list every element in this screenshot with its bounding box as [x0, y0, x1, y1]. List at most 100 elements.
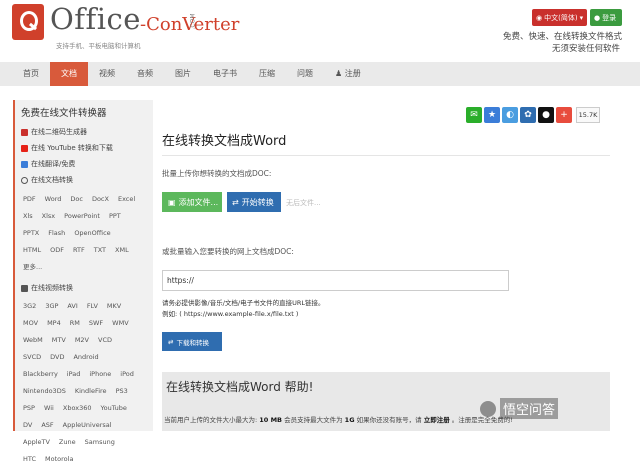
- format-link[interactable]: Xbox360: [63, 400, 92, 417]
- start-convert-button[interactable]: ⇄ 开始转换: [227, 192, 281, 212]
- refresh-icon: ⇄: [168, 337, 174, 346]
- url-label: 或批量输入您要转换的网上文档成DOC:: [162, 247, 294, 256]
- format-link[interactable]: MKV: [107, 298, 121, 315]
- page-title: 在线转换文档成Word: [162, 134, 287, 149]
- nav-images[interactable]: 图片: [164, 62, 202, 86]
- format-link[interactable]: ASF: [41, 417, 53, 434]
- qzone-icon[interactable]: ★: [484, 107, 500, 123]
- video-format-list: 3G2 3GP AVI FLV MKV MOV MP4 RM SWF WMV W…: [15, 296, 153, 470]
- wechat-icon[interactable]: ✉: [466, 107, 482, 123]
- format-link[interactable]: AppleTV: [23, 434, 50, 451]
- sidebar-title: 免费在线文件转换器: [21, 108, 107, 119]
- translate-icon: [21, 160, 28, 168]
- format-link[interactable]: HTML: [23, 242, 41, 259]
- url-example: 例如: ( https://www.example-file.x/file.tx…: [162, 310, 299, 318]
- format-link[interactable]: DV: [23, 417, 32, 434]
- nav-ebooks[interactable]: 电子书: [202, 62, 248, 86]
- format-link[interactable]: Wii: [44, 400, 54, 417]
- user-add-icon: ♟: [335, 69, 345, 78]
- format-link[interactable]: DocX: [92, 191, 109, 208]
- format-link[interactable]: iPod: [120, 366, 134, 383]
- share-bar: ✉ ★ ◐ ✿ ● + 15.7K: [466, 107, 600, 123]
- format-link[interactable]: Flash: [48, 225, 65, 242]
- format-link[interactable]: WMV: [112, 315, 128, 332]
- register-link[interactable]: 立即注册: [424, 416, 450, 424]
- tagline-2: 无须安装任何软件: [551, 44, 620, 54]
- format-link[interactable]: SWF: [89, 315, 103, 332]
- nav-audio[interactable]: 音频: [126, 62, 164, 86]
- format-link[interactable]: PPTX: [23, 225, 39, 242]
- logo-icon[interactable]: [12, 4, 44, 40]
- format-link[interactable]: MTV: [52, 332, 66, 349]
- url-input[interactable]: https://: [162, 270, 509, 291]
- format-link[interactable]: PS3: [116, 383, 128, 400]
- sidebar-link-translate[interactable]: 在线翻译/免费: [15, 156, 153, 172]
- format-link[interactable]: DVD: [50, 349, 64, 366]
- download-convert-button[interactable]: ⇄ 下载和转换: [162, 332, 222, 351]
- watermark: 悟空问答: [480, 398, 559, 419]
- format-link[interactable]: MP4: [47, 315, 61, 332]
- qq-icon[interactable]: ●: [538, 107, 554, 123]
- format-link[interactable]: KindleFire: [75, 383, 107, 400]
- format-link[interactable]: M2V: [75, 332, 89, 349]
- nav-home[interactable]: 首页: [12, 62, 50, 86]
- format-link[interactable]: ODF: [50, 242, 64, 259]
- format-link[interactable]: 更多...: [23, 259, 42, 276]
- format-link[interactable]: Blackberry: [23, 366, 58, 383]
- format-link[interactable]: Android: [73, 349, 98, 366]
- sidebar-link-docs[interactable]: 在线文档转换: [15, 172, 153, 188]
- format-link[interactable]: RTF: [73, 242, 85, 259]
- help-text: 当前用户上传的文件大小最大为: 10 MB 会员支持最大文件为 1G 如果你还没…: [164, 416, 513, 424]
- format-link[interactable]: Xlsx: [42, 208, 56, 225]
- format-link[interactable]: YouTube: [100, 400, 126, 417]
- format-link[interactable]: TXT: [94, 242, 106, 259]
- format-link[interactable]: XML: [115, 242, 129, 259]
- login-button[interactable]: ● 登录: [590, 9, 622, 26]
- nav-register[interactable]: ♟ 注册: [324, 62, 372, 86]
- format-link[interactable]: Excel: [118, 191, 135, 208]
- sidebar-link-youtube[interactable]: 在线 YouTube 转换和下载: [15, 140, 153, 156]
- format-link[interactable]: Xls: [23, 208, 33, 225]
- format-link[interactable]: PPT: [109, 208, 121, 225]
- format-link[interactable]: 3G2: [23, 298, 36, 315]
- format-link[interactable]: OpenOffice: [74, 225, 110, 242]
- format-link[interactable]: Nintendo3DS: [23, 383, 66, 400]
- weibo-icon[interactable]: ◐: [502, 107, 518, 123]
- baidu-icon[interactable]: ✿: [520, 107, 536, 123]
- format-link[interactable]: AppleUniversal: [63, 417, 112, 434]
- format-link[interactable]: AVI: [67, 298, 77, 315]
- format-link[interactable]: RM: [70, 315, 80, 332]
- format-link[interactable]: PowerPoint: [64, 208, 100, 225]
- format-link[interactable]: HTC: [23, 451, 36, 468]
- format-link[interactable]: Zune: [59, 434, 76, 451]
- doc-format-list: PDF Word Doc DocX Excel Xls Xlsx PowerPo…: [15, 188, 153, 278]
- tagline-1: 免费、快速、在线转换文件格式: [502, 32, 622, 42]
- format-link[interactable]: iPad: [67, 366, 81, 383]
- format-link[interactable]: 3GP: [45, 298, 58, 315]
- format-link[interactable]: SVCD: [23, 349, 41, 366]
- format-link[interactable]: Doc: [70, 191, 83, 208]
- format-link[interactable]: FLV: [87, 298, 98, 315]
- qr-icon: [21, 128, 28, 136]
- sidebar-link-qr[interactable]: 在线二维码生成器: [15, 124, 153, 140]
- sidebar-link-video[interactable]: 在线视频转换: [15, 278, 153, 296]
- logo-office[interactable]: Office: [50, 2, 141, 36]
- add-files-button[interactable]: ▣ 添加文件...: [162, 192, 222, 212]
- plus-icon[interactable]: +: [556, 107, 572, 123]
- format-link[interactable]: Samsung: [85, 434, 115, 451]
- nav-archives[interactable]: 压缩: [248, 62, 286, 86]
- nav-documents[interactable]: 文档: [50, 62, 88, 86]
- language-button[interactable]: ◉ 中文(简体) ▾: [532, 9, 587, 26]
- globe-icon: ◉: [536, 13, 543, 22]
- format-link[interactable]: Word: [45, 191, 62, 208]
- format-link[interactable]: iPhone: [89, 366, 111, 383]
- format-link[interactable]: PDF: [23, 191, 36, 208]
- format-link[interactable]: Motorola: [45, 451, 73, 468]
- nav-video[interactable]: 视频: [88, 62, 126, 86]
- format-link[interactable]: MOV: [23, 315, 38, 332]
- format-link[interactable]: PSP: [23, 400, 35, 417]
- user-icon: ●: [594, 13, 601, 22]
- format-link[interactable]: WebM: [23, 332, 43, 349]
- format-link[interactable]: VCD: [98, 332, 112, 349]
- nav-faq[interactable]: 问题: [286, 62, 324, 86]
